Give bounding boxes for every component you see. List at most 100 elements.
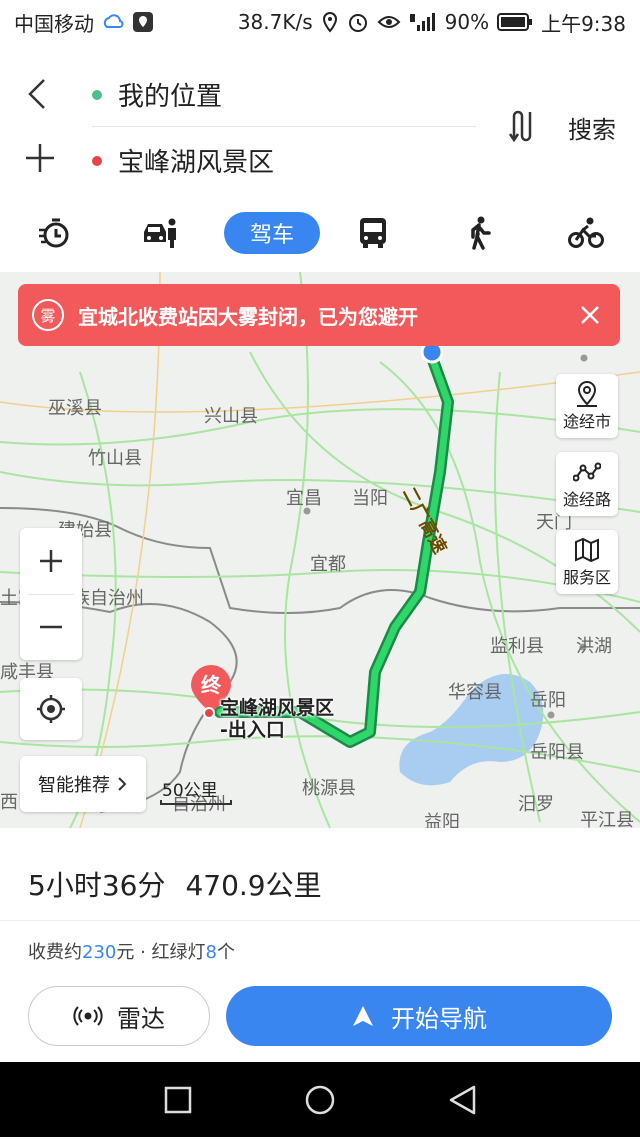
via-city-label: 途经市 [562, 412, 611, 431]
map-label-zhushan: 竹山县 [88, 448, 142, 469]
timer-icon [39, 218, 69, 248]
search-button[interactable]: 搜索 [568, 110, 616, 145]
fog-icon: 雾 [32, 299, 64, 331]
dest-pin-label: 终 [201, 673, 222, 697]
destination-field[interactable]: 宝峰湖风景区 [118, 142, 274, 179]
add-waypoint-button[interactable] [22, 140, 58, 176]
radar-icon [73, 1006, 103, 1026]
tab-taxi[interactable] [140, 212, 180, 254]
swap-icon [508, 110, 532, 143]
walk-icon [471, 216, 491, 250]
crosshair-icon [37, 695, 65, 723]
tab-bike[interactable] [568, 212, 604, 254]
home-icon[interactable] [305, 1085, 335, 1115]
system-navigation-bar [0, 1062, 640, 1137]
destination-name-line1: 宝峰湖风景区 [220, 697, 335, 719]
close-icon[interactable] [576, 301, 604, 329]
recents-icon[interactable] [164, 1086, 192, 1114]
map-label-yueyang: 岳阳 [530, 690, 566, 711]
status-bar: 中国移动 38.7K/s 90% 上午9:38 [0, 0, 640, 44]
origin-dot [92, 89, 102, 100]
carrier-label: 中国移动 [14, 11, 94, 36]
bus-icon [360, 218, 386, 248]
map-label-xingshan: 兴山县 [204, 406, 258, 427]
smart-recommend-button[interactable]: 智能推荐 [20, 756, 146, 812]
cloud-sync-icon [102, 11, 124, 33]
tab-walk[interactable] [464, 212, 494, 254]
car-taxi-icon [144, 218, 176, 248]
radar-label: 雷达 [117, 1004, 165, 1033]
map-label-yidu: 宜都 [310, 554, 346, 575]
zoom-in-button[interactable] [20, 528, 82, 594]
route-summary-head[interactable]: 5小时36分 470.9公里 [28, 864, 322, 904]
origin-row[interactable]: 我的位置 [92, 76, 222, 113]
plus-icon [26, 144, 54, 172]
map-label-miluo: 汨罗 [518, 794, 554, 815]
map-label-yueyangxian: 岳阳县 [530, 742, 584, 763]
eye-icon [377, 11, 401, 33]
swap-route-button[interactable] [504, 108, 540, 144]
route-distance: 470.9公里 [185, 869, 322, 902]
tab-drive[interactable]: 驾车 [224, 212, 320, 254]
map-scale-bar [160, 800, 232, 805]
map-label-jianli: 监利县 [490, 636, 544, 657]
plus-icon [40, 550, 62, 572]
route-summary: 5小时36分 470.9公里 收费约230元 · 红绿灯8个 雷达 开始导航 [0, 828, 640, 1062]
signal-4g-icon [409, 11, 437, 33]
fog-closure-banner[interactable]: 雾 宜城北收费站因大雾封闭，已为您避开 [18, 284, 620, 346]
system-nav-icons [164, 1085, 476, 1115]
start-navigation-button[interactable]: 开始导航 [226, 986, 612, 1046]
travel-mode-bar: 驾车 [0, 200, 640, 270]
back-button[interactable] [22, 74, 56, 114]
destination-dot [92, 155, 102, 166]
map-app-icon [132, 11, 154, 33]
via-road-button[interactable]: 途经路 [556, 452, 618, 516]
battery-icon [497, 12, 533, 32]
service-area-icon [575, 537, 599, 563]
map-label-dangyang: 当阳 [352, 488, 388, 509]
tab-drive-label: 驾车 [249, 223, 294, 248]
summary-divider [0, 920, 640, 921]
map-label-pingjiang: 平江县 [580, 810, 634, 828]
map-scale-label: 50公里 [162, 781, 218, 801]
toll-amount: 230 [82, 942, 117, 963]
destination-row[interactable]: 宝峰湖风景区 [92, 142, 274, 179]
via-road-label: 途经路 [562, 490, 611, 509]
map-pin-icon [577, 380, 597, 407]
clock: 上午9:38 [541, 11, 626, 36]
route-panel: 我的位置 宝峰湖风景区 搜索 [0, 44, 640, 200]
chevron-left-icon [28, 79, 45, 109]
map-label-wuxi: 巫溪县 [48, 398, 102, 419]
radar-button[interactable]: 雷达 [28, 986, 210, 1046]
origin-field[interactable]: 我的位置 [118, 76, 222, 113]
map-label-honghu: 洪湖 [576, 636, 612, 657]
tab-bus[interactable] [358, 212, 388, 254]
navigation-arrow-icon [353, 1006, 373, 1026]
back-icon[interactable] [449, 1085, 476, 1115]
service-area-button[interactable]: 服务区 [556, 530, 618, 594]
tab-timer[interactable] [36, 212, 72, 254]
service-area-label: 服务区 [562, 568, 611, 587]
map-label-west: 西 [0, 792, 18, 813]
destination-name-line2: -出入口 [220, 719, 285, 741]
fog-banner-text: 宜城北收费站因大雾封闭，已为您避开 [78, 304, 418, 329]
map-label-huarong: 华容县 [448, 682, 502, 703]
minus-icon [40, 625, 62, 629]
start-navigation-label: 开始导航 [391, 1004, 487, 1033]
destination-map-label: 宝峰湖风景区 -出入口 [220, 697, 334, 741]
toll-suffix: 元 · 红绿灯 [116, 942, 206, 963]
map-label-taoyuan: 桃源县 [302, 778, 356, 799]
map-view[interactable]: 巫溪县 兴山县 竹山县 建始县 土家族苗族自治州 宜昌 当阳 宜都 天门 监利县… [0, 272, 640, 828]
toll-prefix: 收费约 [28, 942, 82, 963]
via-city-button[interactable]: 途经市 [556, 374, 618, 438]
alarm-icon [347, 11, 369, 33]
zoom-control [20, 528, 82, 660]
traffic-light-count: 8 [205, 942, 217, 963]
bike-icon [568, 217, 604, 248]
locate-button[interactable] [20, 678, 82, 740]
route-nodes-icon [573, 462, 601, 482]
lights-suffix: 个 [216, 942, 235, 963]
zoom-out-button[interactable] [20, 594, 82, 660]
toll-info: 收费约230元 · 红绿灯8个 [28, 938, 235, 964]
location-icon [321, 11, 339, 33]
